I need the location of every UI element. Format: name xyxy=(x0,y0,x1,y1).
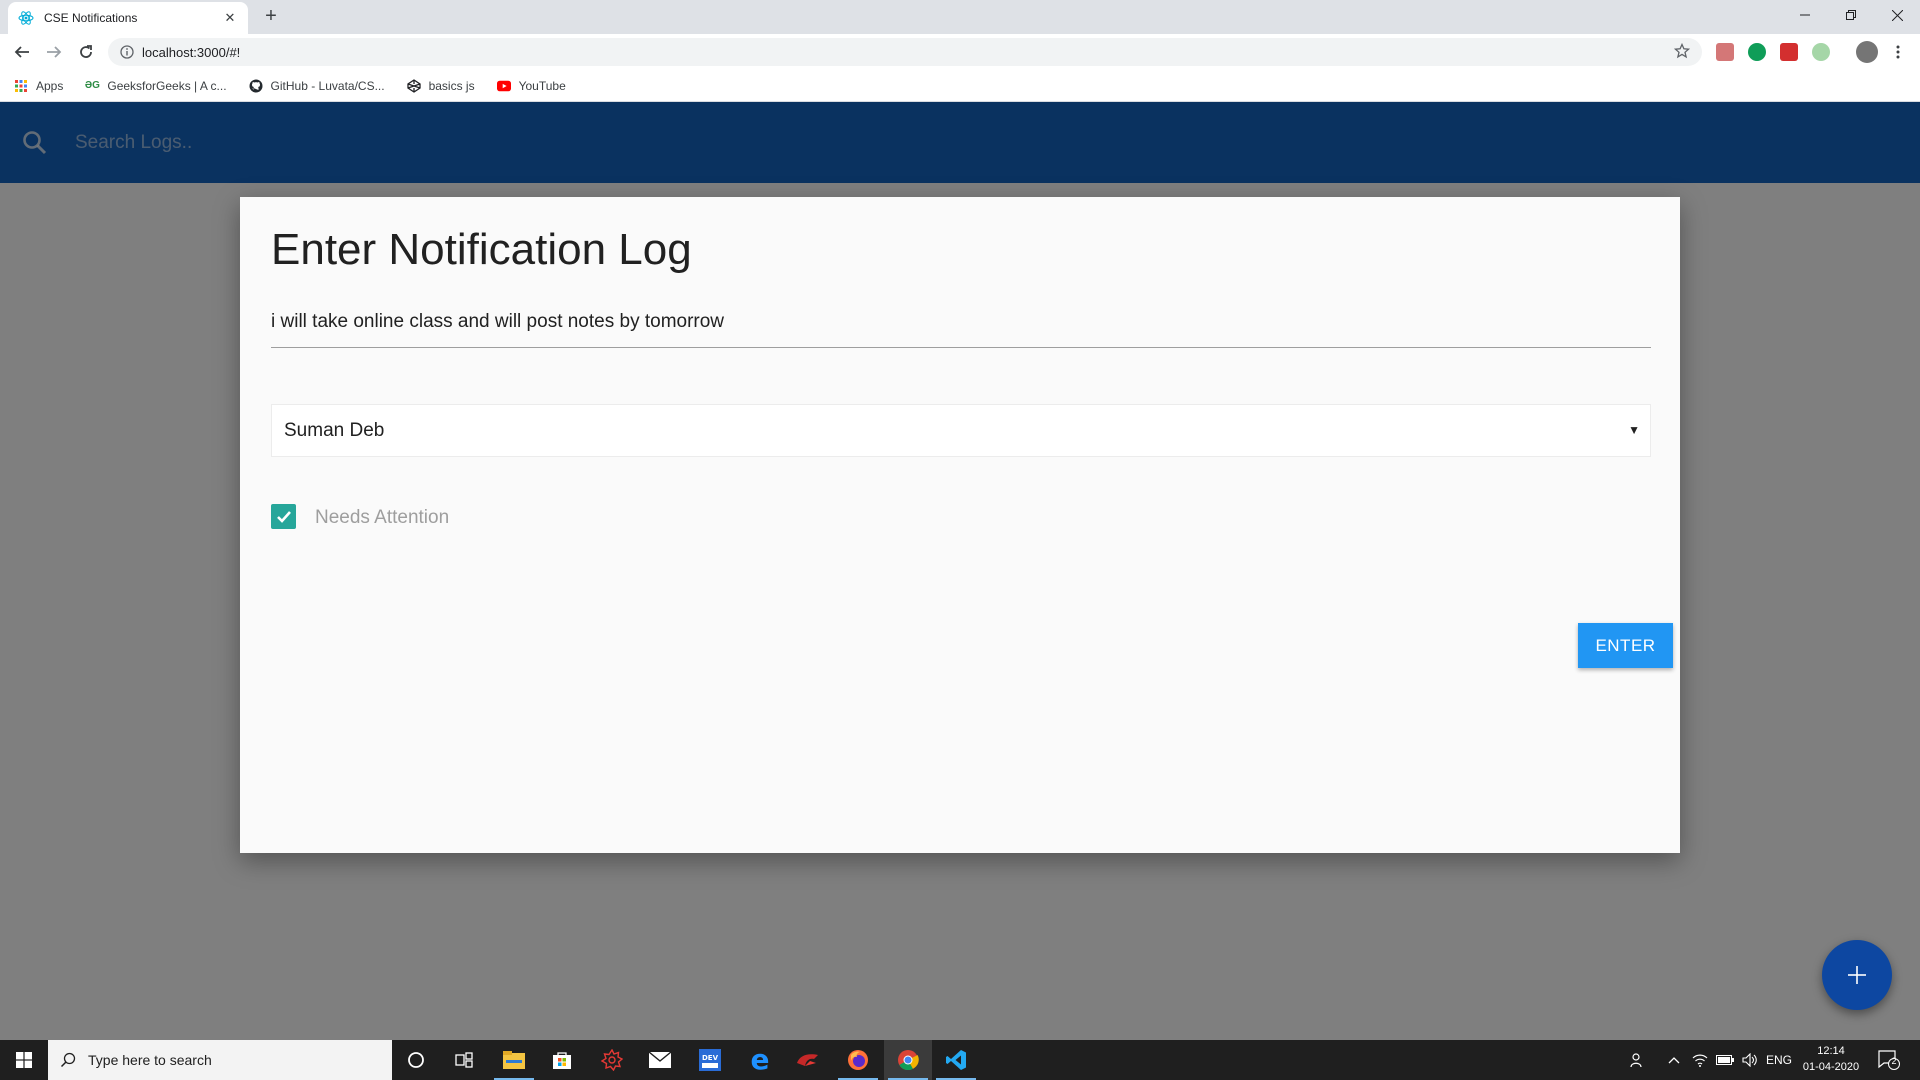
notification-count: 2 xyxy=(1891,1056,1897,1066)
minimize-icon[interactable] xyxy=(1782,0,1828,30)
extension-icon[interactable] xyxy=(1780,43,1798,61)
taskbar-clock[interactable]: 12:14 01-04-2020 xyxy=(1796,1043,1866,1075)
close-window-icon[interactable] xyxy=(1874,0,1920,30)
forward-icon[interactable] xyxy=(42,40,66,64)
battery-icon[interactable] xyxy=(1716,1040,1734,1080)
clock-time: 12:14 xyxy=(1817,1045,1845,1057)
browser-menu-icon[interactable] xyxy=(1886,40,1910,64)
bookmark-geeksforgeeks[interactable]: ƏG GeeksforGeeks | A c... xyxy=(84,78,227,93)
bookmark-label: GitHub - Luvata/CS... xyxy=(270,78,385,93)
svg-text:DEV: DEV xyxy=(702,1054,719,1062)
bookmark-label: Apps xyxy=(36,78,64,93)
wifi-icon[interactable] xyxy=(1692,1040,1708,1080)
language-indicator[interactable]: ENG xyxy=(1766,1040,1792,1080)
bookmark-github[interactable]: GitHub - Luvata/CS... xyxy=(249,79,385,93)
url-text: localhost:3000/#! xyxy=(142,44,241,60)
react-icon xyxy=(18,11,34,25)
search-icon xyxy=(60,1052,76,1068)
message-input[interactable]: i will take online class and will post n… xyxy=(271,303,1651,348)
browser-tab[interactable]: CSE Notifications ✕ xyxy=(8,2,248,34)
bookmark-apps[interactable]: Apps xyxy=(14,79,63,93)
task-view-icon[interactable] xyxy=(440,1040,488,1080)
geeksforgeeks-icon: ƏG xyxy=(84,80,100,91)
windows-taskbar: Type here to search DEV e ENG 12:14 01-0… xyxy=(0,1040,1920,1080)
bookmark-label: YouTube xyxy=(518,78,566,93)
bookmarks-bar: Apps ƏG GeeksforGeeks | A c... GitHub - … xyxy=(0,70,1920,102)
add-log-modal: Enter Notification Log i will take onlin… xyxy=(240,197,1680,853)
apps-grid-icon xyxy=(14,79,28,93)
notifications-icon[interactable]: 2 xyxy=(1878,1040,1900,1080)
bookmark-label: GeeksforGeeks | A c... xyxy=(107,78,227,93)
chevron-up-icon[interactable] xyxy=(1668,1040,1680,1080)
checkmark-icon xyxy=(276,510,291,523)
volume-icon[interactable] xyxy=(1742,1040,1758,1080)
restore-icon[interactable] xyxy=(1828,0,1874,30)
modal-title: Enter Notification Log xyxy=(271,225,692,274)
new-tab-icon[interactable]: + xyxy=(260,6,282,28)
settings-gear-icon[interactable] xyxy=(588,1040,636,1080)
caret-down-icon: ▼ xyxy=(1628,423,1640,437)
taskbar-search-placeholder: Type here to search xyxy=(88,1052,212,1068)
page-content: Enter Notification Log i will take onlin… xyxy=(0,102,1920,1040)
browser-toolbar: localhost:3000/#! xyxy=(0,34,1920,70)
needs-attention-label[interactable]: Needs Attention xyxy=(315,507,449,529)
clock-date: 01-04-2020 xyxy=(1802,1061,1860,1073)
windows-start-icon[interactable] xyxy=(0,1040,48,1080)
dev-app-icon[interactable]: DEV xyxy=(686,1040,734,1080)
taskbar-search-box[interactable]: Type here to search xyxy=(48,1040,392,1080)
info-icon[interactable] xyxy=(120,45,134,59)
bookmark-star-icon[interactable] xyxy=(1674,43,1690,59)
profile-avatar[interactable] xyxy=(1856,41,1878,63)
file-explorer-icon[interactable] xyxy=(490,1040,538,1080)
bookmark-basics-js[interactable]: basics js xyxy=(406,78,475,93)
edge-browser-icon[interactable]: e xyxy=(736,1040,784,1080)
bookmark-label: basics js xyxy=(428,78,475,93)
color-picker-extension-icon[interactable] xyxy=(1812,43,1830,61)
cortana-icon[interactable] xyxy=(392,1040,440,1080)
github-icon xyxy=(249,79,263,93)
reload-icon[interactable] xyxy=(74,40,98,64)
plus-icon xyxy=(1848,966,1866,984)
tab-title: CSE Notifications xyxy=(44,11,138,25)
bookmark-youtube[interactable]: YouTube xyxy=(496,78,566,93)
browser-tabstrip: CSE Notifications ✕ + xyxy=(0,0,1920,34)
selected-person: Suman Deb xyxy=(284,419,385,441)
hangouts-extension-icon[interactable] xyxy=(1748,43,1766,61)
codepen-icon xyxy=(406,78,421,93)
youtube-icon xyxy=(496,79,511,93)
pdf-extension-icon[interactable] xyxy=(1716,43,1734,61)
mail-icon[interactable] xyxy=(636,1040,684,1080)
back-icon[interactable] xyxy=(10,40,34,64)
chrome-icon[interactable] xyxy=(884,1040,932,1080)
redshift-app-icon[interactable] xyxy=(784,1040,832,1080)
people-icon[interactable] xyxy=(1630,1040,1646,1080)
needs-attention-checkbox[interactable] xyxy=(271,504,296,529)
firefox-icon[interactable] xyxy=(834,1040,882,1080)
microsoft-store-icon[interactable] xyxy=(538,1040,586,1080)
address-bar[interactable]: localhost:3000/#! xyxy=(108,38,1702,66)
enter-button[interactable]: ENTER xyxy=(1578,623,1673,668)
tab-close-icon[interactable]: ✕ xyxy=(222,10,238,26)
vscode-icon[interactable] xyxy=(932,1040,980,1080)
add-log-fab[interactable] xyxy=(1822,940,1892,1010)
person-select[interactable]: Suman Deb ▼ xyxy=(271,404,1651,457)
